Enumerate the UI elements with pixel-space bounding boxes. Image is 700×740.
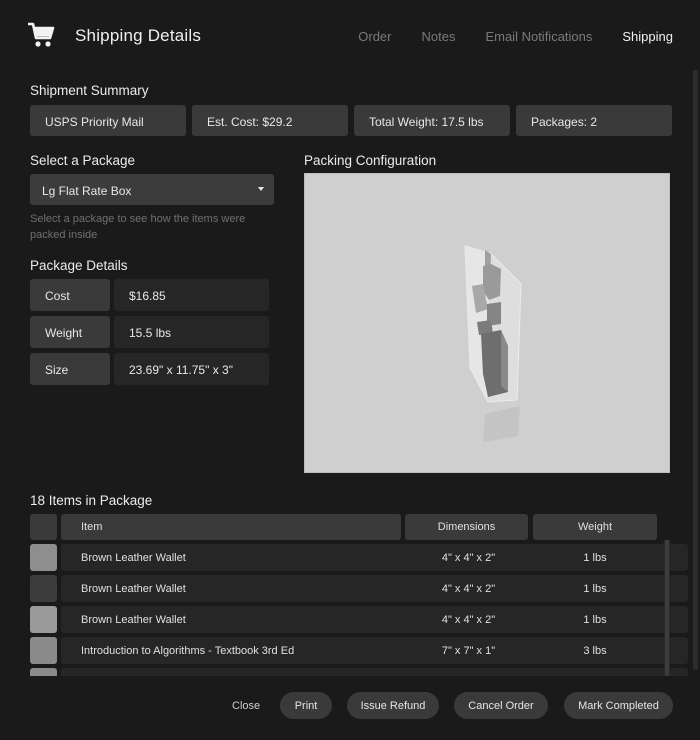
- detail-label-cost: Cost: [30, 279, 110, 311]
- item-name: Brown Leather Wallet: [81, 583, 186, 595]
- print-button[interactable]: Print: [280, 692, 332, 719]
- tab-notes[interactable]: Notes: [421, 29, 455, 44]
- item-weight: 1 lbs: [583, 552, 607, 564]
- item-color-swatch: [30, 637, 57, 664]
- table-row[interactable]: Brown Leather Wallet 4" x 4" x 2" 1 lbs: [30, 606, 688, 633]
- cancel-order-button[interactable]: Cancel Order: [454, 692, 548, 719]
- item-weight: 1 lbs: [583, 583, 607, 595]
- package-select-value: Lg Flat Rate Box: [42, 184, 132, 198]
- shipment-summary: USPS Priority Mail Est. Cost: $29.2 Tota…: [30, 105, 672, 136]
- detail-value-cost: $16.85: [114, 279, 269, 311]
- item-weight: 3 lbs: [583, 645, 607, 657]
- item-dimensions: 4" x 4" x 2": [441, 614, 496, 626]
- item-color-swatch: [30, 606, 57, 633]
- tab-order[interactable]: Order: [358, 29, 391, 44]
- items-scrollbar-thumb[interactable]: [665, 540, 669, 676]
- item-dimensions: 4" x 4" x 2": [441, 552, 496, 564]
- column-header-swatch: [30, 514, 57, 540]
- table-row[interactable]: Brown Leather Wallet 4" x 4" x 2" 1 lbs: [30, 575, 688, 602]
- detail-value-weight: 15.5 lbs: [114, 316, 269, 348]
- column-header-weight[interactable]: Weight: [533, 514, 657, 540]
- header-bar: Shipping Details Order Notes Email Notif…: [0, 0, 700, 70]
- package-select[interactable]: Lg Flat Rate Box: [30, 174, 274, 205]
- close-button[interactable]: Close: [232, 700, 260, 712]
- item-color-swatch: [30, 544, 57, 571]
- box-shadow: [483, 406, 520, 442]
- select-package-title: Select a Package: [30, 153, 136, 168]
- tab-email-notifications[interactable]: Email Notifications: [485, 29, 592, 44]
- item-dimensions: 4" x 4" x 2": [441, 583, 496, 595]
- item-weight: 1 lbs: [583, 614, 607, 626]
- issue-refund-button[interactable]: Issue Refund: [347, 692, 439, 719]
- column-header-dimensions[interactable]: Dimensions: [405, 514, 528, 540]
- item-name: Brown Leather Wallet: [81, 552, 186, 564]
- chevron-down-icon: [258, 187, 264, 191]
- item-color-swatch: [30, 575, 57, 602]
- packages-count-badge: Packages: 2: [516, 105, 672, 136]
- item-dimensions: 7" x 7" x 1": [441, 645, 496, 657]
- shopping-cart-icon: [28, 22, 55, 47]
- detail-label-weight: Weight: [30, 316, 110, 348]
- item-name: Introduction to Algorithms - Textbook 3r…: [81, 645, 295, 657]
- table-row[interactable]: Brown Leather Wallet 4" x 4" x 2" 1 lbs: [30, 544, 688, 571]
- packing-configuration-title: Packing Configuration: [304, 153, 437, 168]
- mark-completed-button[interactable]: Mark Completed: [564, 692, 673, 719]
- tab-bar: Order Notes Email Notifications Shipping: [328, 29, 673, 44]
- items-count-title: 18 Items in Package: [30, 493, 153, 508]
- item-name: Brown Leather Wallet: [81, 614, 186, 626]
- table-row[interactable]: Introduction to Algorithms - Textbook 3r…: [30, 637, 688, 664]
- carrier-badge: USPS Priority Mail: [30, 105, 186, 136]
- column-header-item[interactable]: Item: [61, 514, 401, 540]
- package-select-hint: Select a package to see how the items we…: [30, 213, 246, 241]
- detail-label-size: Size: [30, 353, 110, 385]
- detail-value-size: 23.69" x 11.75" x 3": [114, 353, 269, 385]
- est-cost-badge: Est. Cost: $29.2: [192, 105, 348, 136]
- total-weight-badge: Total Weight: 17.5 lbs: [354, 105, 510, 136]
- packed-item: [483, 264, 501, 300]
- package-details-title: Package Details: [30, 258, 128, 273]
- shipment-summary-title: Shipment Summary: [30, 83, 149, 98]
- page-title: Shipping Details: [75, 26, 202, 45]
- tab-shipping[interactable]: Shipping: [622, 29, 673, 44]
- page-scrollbar[interactable]: [693, 70, 698, 670]
- packing-3d-render: [464, 245, 522, 442]
- packing-3d-viewer[interactable]: [304, 173, 670, 473]
